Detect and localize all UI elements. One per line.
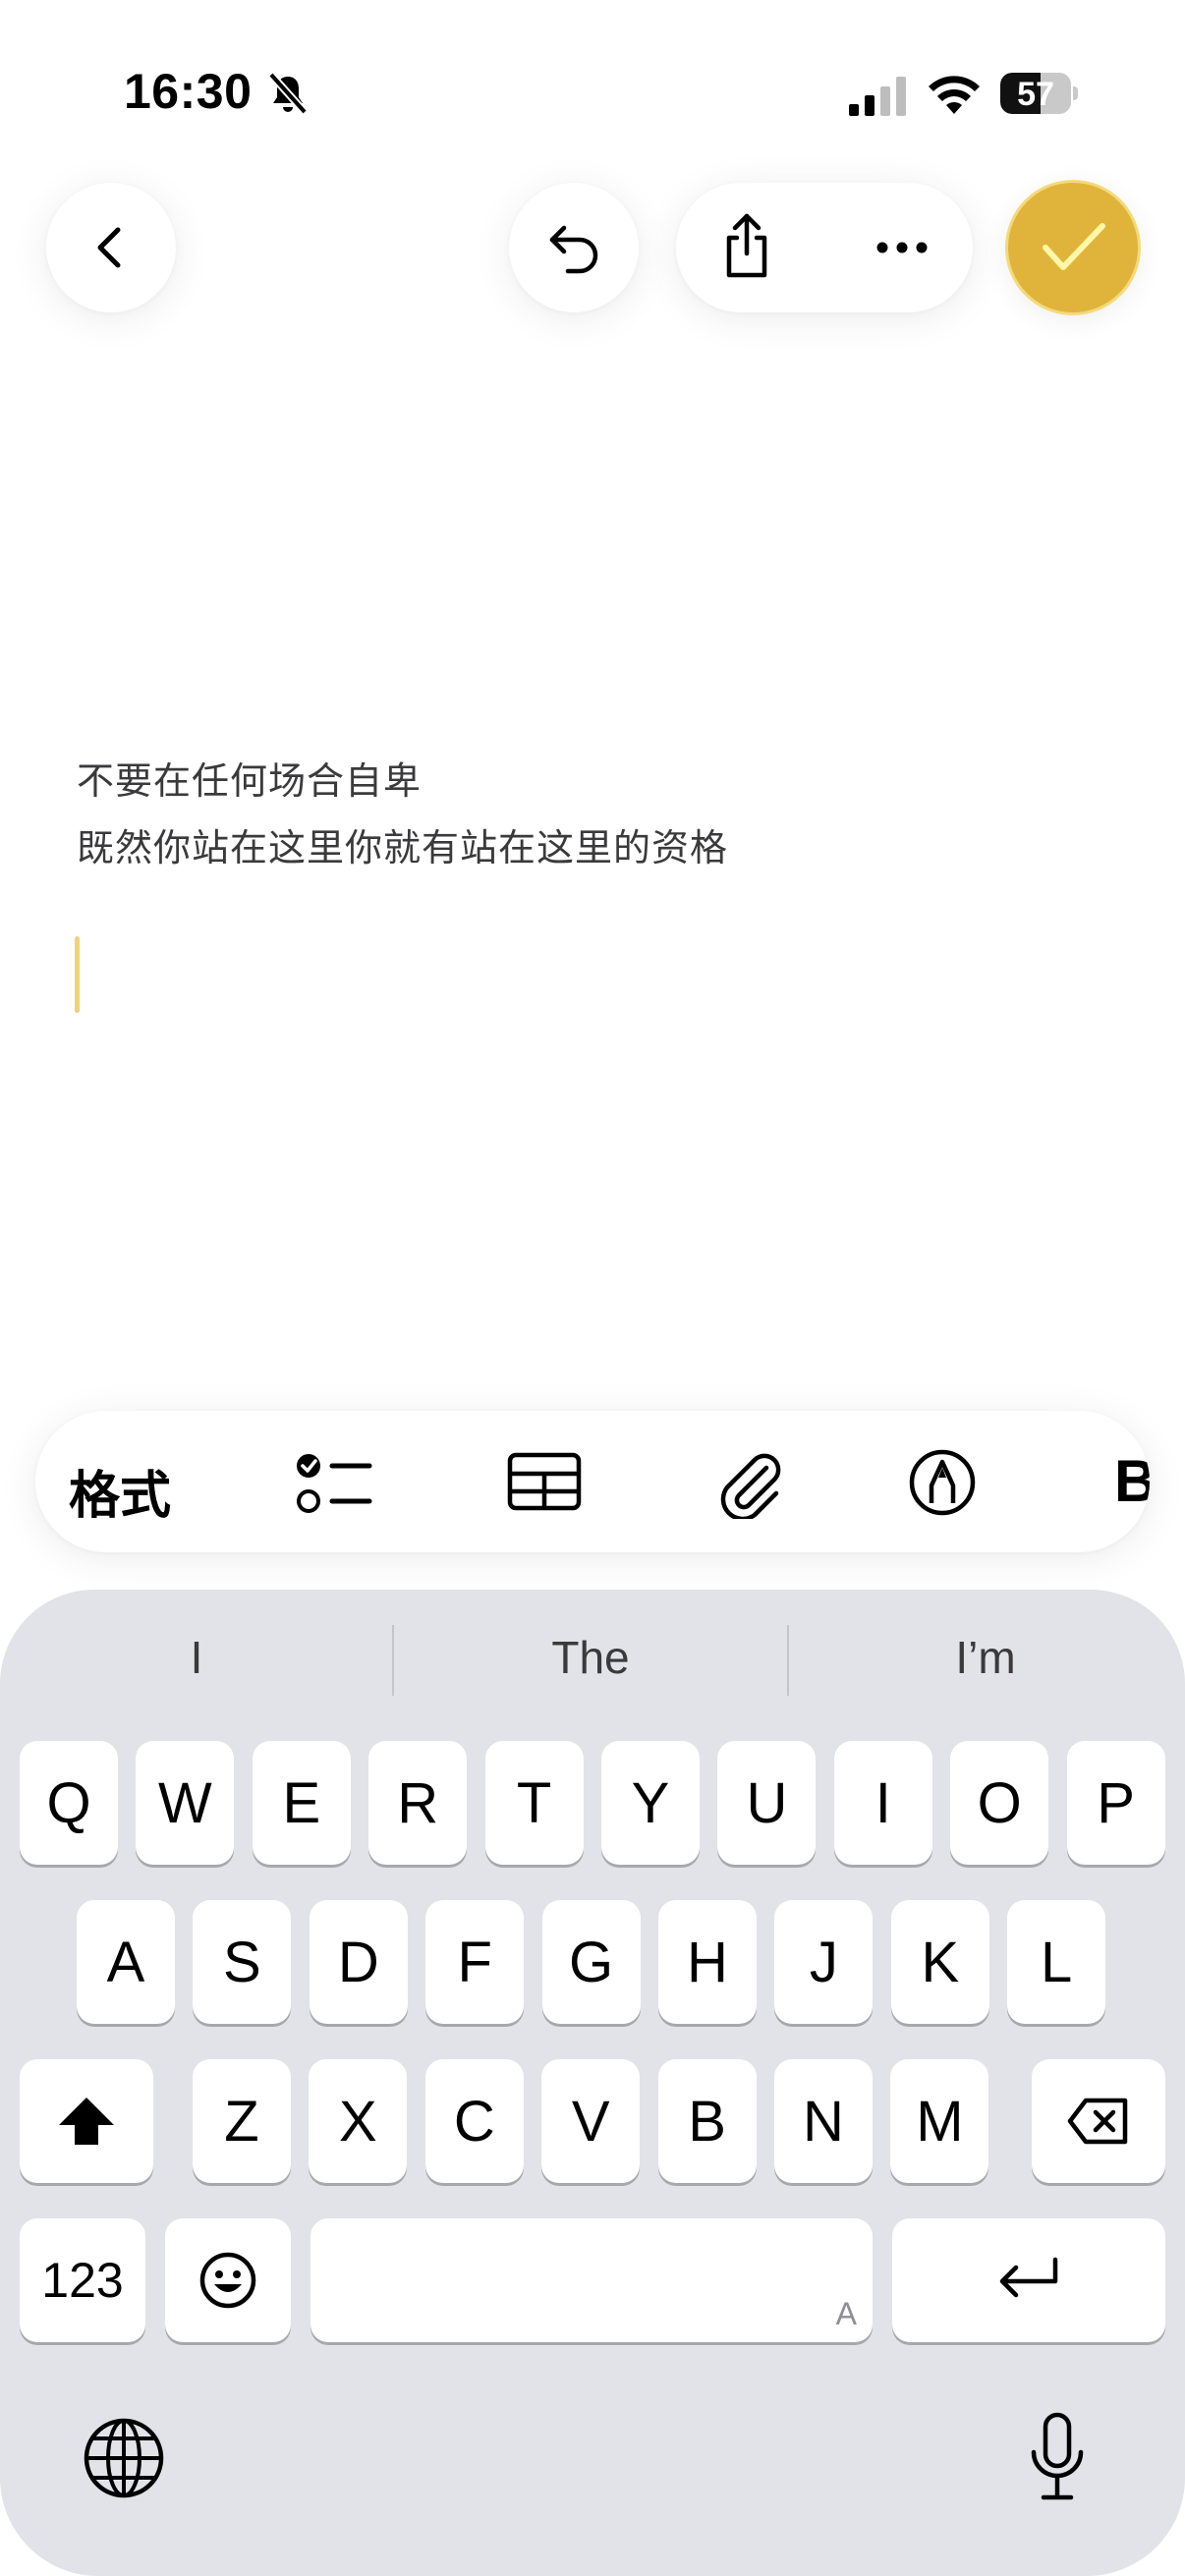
emoji-key[interactable] bbox=[165, 2218, 291, 2342]
share-icon[interactable] bbox=[717, 212, 776, 281]
key-w[interactable]: W bbox=[136, 1741, 235, 1865]
key-y[interactable]: Y bbox=[601, 1741, 700, 1865]
checklist-icon[interactable] bbox=[295, 1450, 373, 1519]
text-style-icon[interactable]: B bbox=[1114, 1450, 1150, 1513]
silent-mode-icon bbox=[268, 72, 308, 115]
suggestion-3[interactable]: I’m bbox=[789, 1631, 1182, 1700]
format-button[interactable]: 格式 bbox=[69, 1454, 171, 1528]
undo-button[interactable] bbox=[509, 183, 639, 312]
status-time: 16:30 bbox=[124, 64, 253, 119]
suggestion-1[interactable]: I bbox=[0, 1631, 393, 1700]
shift-key[interactable] bbox=[20, 2059, 153, 2183]
numbers-key[interactable]: 123 bbox=[20, 2218, 145, 2342]
key-d[interactable]: D bbox=[309, 1900, 408, 2024]
note-text-line[interactable]: 既然你站在这里你就有站在这里的资格 bbox=[77, 817, 728, 871]
back-button[interactable] bbox=[46, 183, 176, 312]
done-button[interactable] bbox=[1008, 183, 1138, 312]
key-e[interactable]: E bbox=[252, 1741, 351, 1865]
key-n[interactable]: N bbox=[774, 2059, 873, 2183]
key-a[interactable]: A bbox=[77, 1900, 175, 2024]
key-k[interactable]: K bbox=[890, 1900, 989, 2024]
return-key[interactable] bbox=[892, 2218, 1165, 2342]
actions-pill bbox=[676, 183, 973, 312]
microphone-icon[interactable] bbox=[1026, 2411, 1089, 2503]
key-v[interactable]: V bbox=[541, 2059, 641, 2183]
key-h[interactable]: H bbox=[658, 1900, 757, 2024]
key-z[interactable]: Z bbox=[193, 2059, 291, 2183]
ellipsis-icon[interactable] bbox=[875, 238, 930, 257]
key-j[interactable]: J bbox=[774, 1900, 874, 2024]
emoji-icon bbox=[199, 2252, 256, 2309]
space-key-hint: A bbox=[835, 2296, 857, 2331]
backspace-icon bbox=[1067, 2098, 1128, 2145]
cellular-signal-icon bbox=[849, 77, 906, 116]
undo-icon bbox=[549, 225, 598, 274]
battery-indicator: 57 bbox=[1000, 73, 1079, 114]
key-r[interactable]: R bbox=[368, 1741, 468, 1865]
note-text-line[interactable]: 不要在任何场合自卑 bbox=[77, 751, 422, 805]
key-s[interactable]: S bbox=[193, 1900, 292, 2024]
wifi-icon bbox=[929, 76, 980, 114]
key-g[interactable]: G bbox=[541, 1900, 641, 2024]
space-key[interactable]: A bbox=[310, 2218, 873, 2342]
key-m[interactable]: M bbox=[890, 2059, 989, 2183]
chevron-left-icon bbox=[97, 227, 121, 268]
text-cursor bbox=[75, 936, 80, 1013]
key-p[interactable]: P bbox=[1066, 1741, 1165, 1865]
return-icon bbox=[999, 2257, 1058, 2298]
key-f[interactable]: F bbox=[425, 1900, 525, 2024]
table-icon[interactable] bbox=[507, 1452, 582, 1511]
key-b[interactable]: B bbox=[657, 2059, 757, 2183]
key-i[interactable]: I bbox=[833, 1741, 932, 1865]
key-l[interactable]: L bbox=[1007, 1900, 1106, 2024]
suggestion-2[interactable]: The bbox=[394, 1631, 787, 1700]
markup-icon[interactable] bbox=[908, 1448, 977, 1517]
format-toolbar: B bbox=[35, 1411, 1150, 1552]
key-t[interactable]: T bbox=[484, 1741, 584, 1865]
delete-key[interactable] bbox=[1032, 2059, 1165, 2183]
battery-level: 57 bbox=[1017, 76, 1054, 113]
key-x[interactable]: X bbox=[309, 2059, 408, 2183]
attachment-icon[interactable] bbox=[715, 1446, 784, 1519]
key-q[interactable]: Q bbox=[20, 1741, 118, 1865]
key-c[interactable]: C bbox=[424, 2059, 524, 2183]
key-u[interactable]: U bbox=[717, 1741, 817, 1865]
shift-icon bbox=[59, 2098, 114, 2145]
globe-icon[interactable] bbox=[83, 2417, 165, 2499]
checkmark-icon bbox=[1043, 223, 1105, 270]
key-o[interactable]: O bbox=[950, 1741, 1049, 1865]
